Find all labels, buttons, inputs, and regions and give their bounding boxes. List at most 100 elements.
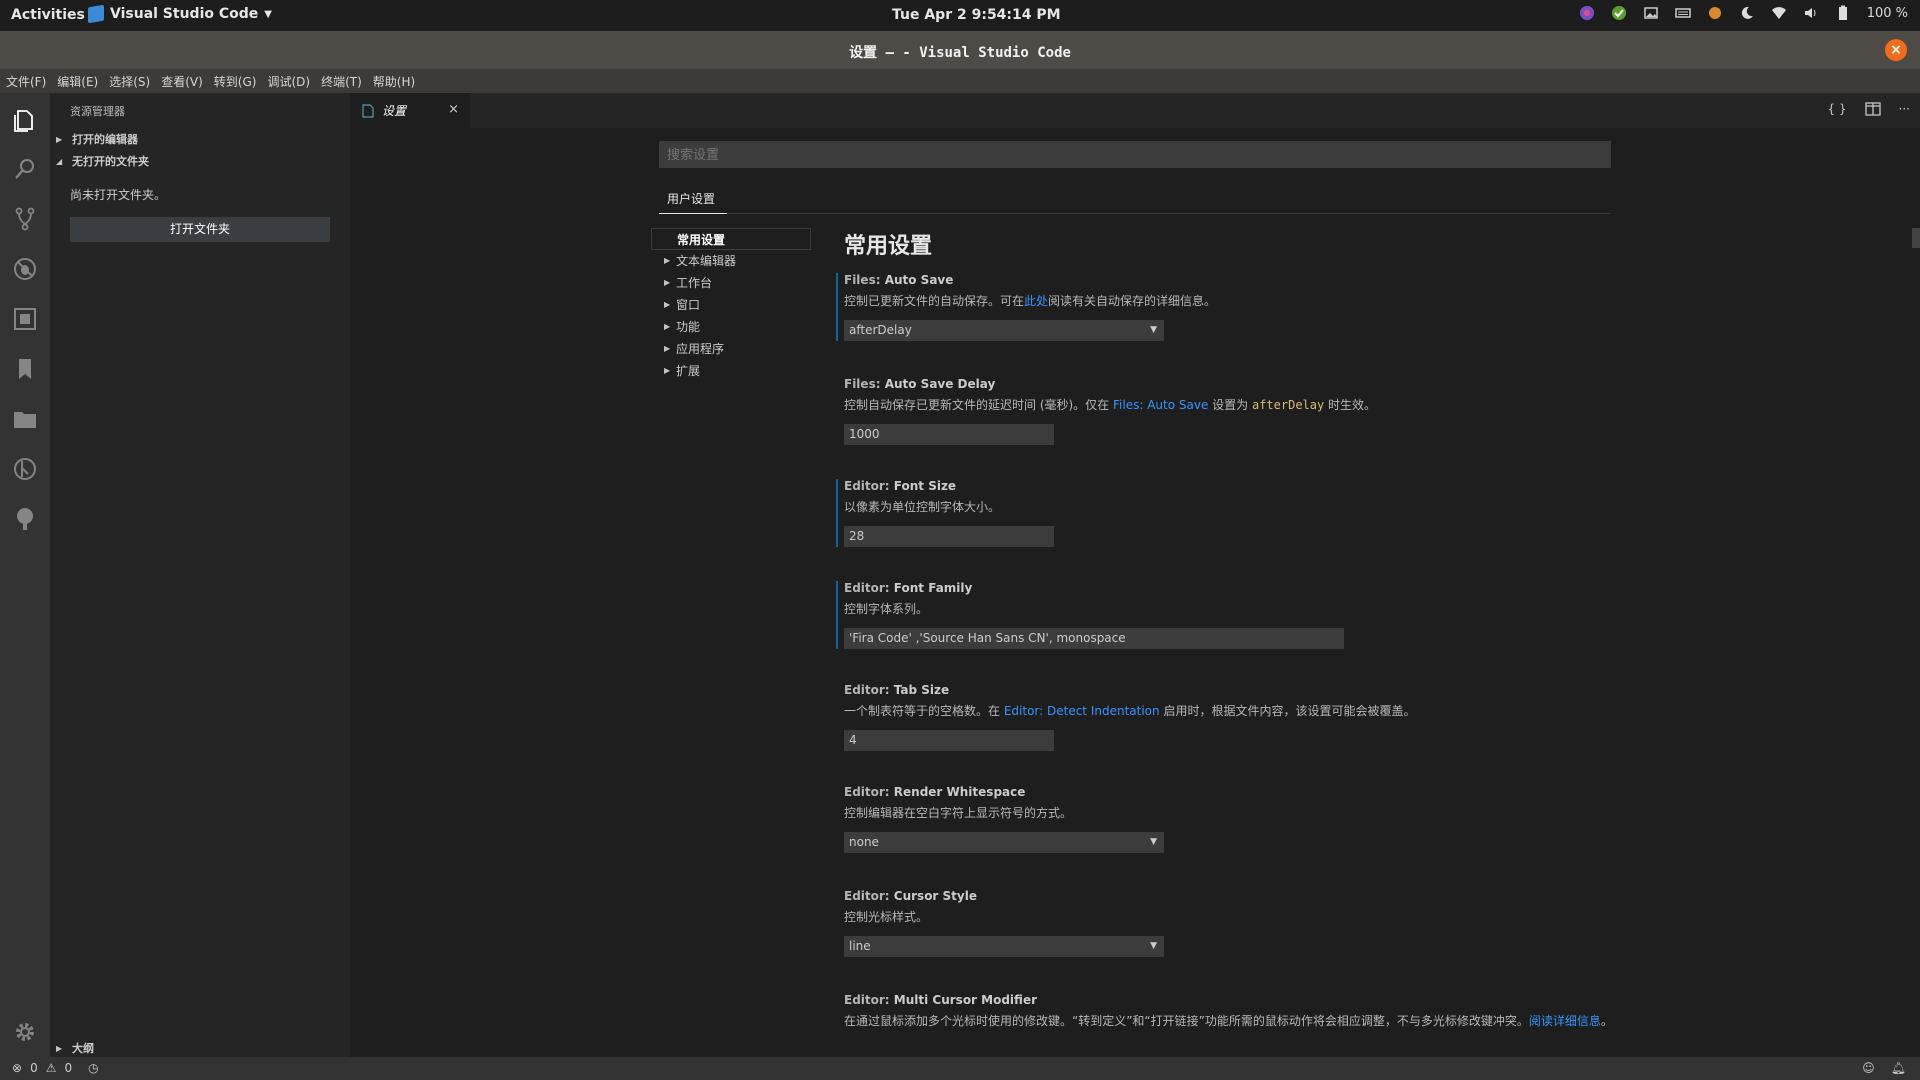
keyboard-icon[interactable] — [1674, 5, 1691, 21]
weather-icon[interactable] — [1707, 5, 1723, 21]
bookmark-icon[interactable] — [12, 356, 38, 382]
modified-indicator — [836, 479, 838, 547]
setting-name: Cursor Style — [893, 889, 977, 903]
menu-terminal[interactable]: 终端(T) — [321, 73, 362, 90]
menu-go[interactable]: 转到(G) — [214, 73, 257, 90]
dropdown-arrow-icon: ▼ — [1150, 325, 1157, 335]
settings-editor: 用户设置 常用设置 ▶文本编辑器 ▶工作台 ▶窗口 ▶功能 ▶应用程序 ▶扩展 … — [350, 128, 1920, 1057]
setting-name: Font Size — [893, 479, 957, 493]
warning-count: 0 — [64, 1061, 73, 1075]
scrollbar-thumb[interactable] — [1912, 228, 1920, 248]
bell-icon[interactable]: 🔔︎ — [1891, 1061, 1906, 1075]
history-icon[interactable]: ◷ — [88, 1061, 98, 1075]
menu-debug[interactable]: 调试(D) — [267, 73, 310, 90]
window-title-bar: 设置 — - Visual Studio Code × — [0, 31, 1920, 69]
close-window-button[interactable]: × — [1885, 39, 1907, 61]
open-settings-json-icon[interactable]: { } — [1827, 102, 1846, 116]
problems-indicator[interactable]: ⊗ 0 ⚠ 0 ◷ — [12, 1061, 99, 1075]
debug-icon[interactable] — [12, 256, 38, 282]
source-control-icon[interactable] — [12, 206, 38, 232]
toc-label: 扩展 — [676, 364, 701, 378]
chevron-right-icon: ▶ — [664, 366, 671, 375]
dropdown-arrow-icon: ▼ — [1150, 837, 1157, 847]
section-title: 常用设置 — [844, 234, 933, 259]
select-value: line — [849, 939, 871, 953]
image-icon[interactable] — [1643, 5, 1659, 21]
more-actions-icon[interactable]: ··· — [1899, 102, 1910, 116]
feedback-icon[interactable]: ☺ — [1862, 1061, 1875, 1075]
extensions-icon[interactable] — [12, 306, 38, 332]
auto-save-select[interactable]: afterDelay ▼ — [844, 320, 1164, 341]
chevron-right-icon: ▶ — [664, 300, 671, 309]
search-settings-input[interactable] — [659, 141, 1611, 168]
setting-description: 一个制表符等于的空格数。在 Editor: Detect Indentation… — [844, 702, 1624, 719]
file-icon — [362, 103, 374, 118]
desc-link[interactable]: Editor: Detect Indentation — [1004, 704, 1160, 718]
setting-cursor-style: Editor: Cursor Style 控制光标样式。 line ▼ — [844, 889, 1624, 957]
setting-description: 控制自动保存已更新文件的延迟时间 (毫秒)。仅在 Files: Auto Sav… — [844, 396, 1624, 413]
app-indicator-icon[interactable] — [1579, 5, 1595, 21]
toc-item-common[interactable]: 常用设置 — [651, 228, 811, 250]
explorer-icon[interactable] — [12, 107, 38, 133]
desc-link[interactable]: Files: Auto Save — [1113, 398, 1208, 412]
setting-label: Files: Auto Save — [844, 273, 1624, 287]
menu-help[interactable]: 帮助(H) — [373, 73, 415, 90]
app-menu[interactable]: Visual Studio Code ▼ — [88, 4, 272, 24]
setting-description: 控制已更新文件的自动保存。可在此处阅读有关自动保存的详细信息。 — [844, 292, 1624, 309]
menu-edit[interactable]: 编辑(E) — [57, 73, 98, 90]
desc-link[interactable]: 此处 — [1024, 294, 1048, 308]
setting-font-family: Editor: Font Family 控制字体系列。 'Fira Code' … — [836, 581, 1624, 649]
setting-description: 控制光标样式。 — [844, 910, 929, 924]
menu-selection[interactable]: 选择(S) — [109, 73, 150, 90]
close-tab-icon[interactable]: × — [448, 102, 459, 117]
gear-icon[interactable] — [12, 1019, 38, 1045]
font-size-input[interactable]: 28 — [844, 526, 1054, 547]
volume-icon[interactable] — [1803, 5, 1819, 21]
activities-button[interactable]: Activities — [11, 7, 85, 23]
no-folder-section[interactable]: ◢ 无打开的文件夹 — [56, 153, 149, 169]
no-folder-section-label: 无打开的文件夹 — [72, 155, 149, 168]
toc-item-application[interactable]: ▶ 应用程序 — [651, 338, 811, 360]
battery-icon[interactable] — [1835, 5, 1851, 21]
toc-item-window[interactable]: ▶ 窗口 — [651, 294, 811, 316]
chevron-right-icon: ▶ — [56, 1043, 63, 1053]
cursor-style-select[interactable]: line ▼ — [844, 936, 1164, 957]
tree-icon[interactable] — [12, 506, 38, 532]
menu-bar: 文件(F) 编辑(E) 选择(S) 查看(V) 转到(G) 调试(D) 终端(T… — [0, 69, 1920, 93]
toc-item-text-editor[interactable]: ▶ 文本编辑器 — [651, 250, 811, 272]
desc-link[interactable]: 阅读详细信息 — [1529, 1014, 1601, 1028]
git-history-icon[interactable] — [12, 456, 38, 482]
clock[interactable]: Tue Apr 2 9:54:14 PM — [892, 7, 1061, 23]
wifi-icon[interactable] — [1771, 5, 1787, 21]
desc-text: 。 — [1600, 1014, 1613, 1028]
auto-save-delay-input[interactable]: 1000 — [844, 424, 1054, 445]
search-icon[interactable] — [12, 156, 38, 182]
setting-category: Editor: — [844, 785, 894, 799]
folder-icon[interactable] — [12, 406, 38, 432]
setting-font-size: Editor: Font Size 以像素为单位控制字体大小。 28 — [836, 479, 1624, 547]
tab-size-input[interactable]: 4 — [844, 730, 1054, 751]
render-whitespace-select[interactable]: none ▼ — [844, 832, 1164, 853]
night-light-icon[interactable] — [1739, 5, 1755, 21]
desc-text: 时生效。 — [1324, 398, 1377, 412]
font-family-input[interactable]: 'Fira Code' ,'Source Han Sans CN', monos… — [844, 628, 1344, 649]
error-icon: ⊗ — [12, 1061, 23, 1075]
sync-icon[interactable] — [1611, 5, 1627, 21]
split-editor-icon[interactable] — [1864, 102, 1881, 116]
tab-settings[interactable]: 设置 × — [350, 93, 470, 128]
user-settings-tab[interactable]: 用户设置 — [667, 190, 715, 207]
desc-text: 设置为 — [1208, 398, 1252, 412]
outline-section[interactable]: ▶ 大纲 — [56, 1040, 94, 1056]
menu-file[interactable]: 文件(F) — [6, 73, 46, 90]
open-editors-section[interactable]: ▶ 打开的编辑器 — [56, 131, 138, 147]
toc-item-features[interactable]: ▶ 功能 — [651, 316, 811, 338]
open-folder-button[interactable]: 打开文件夹 — [70, 217, 330, 242]
chevron-right-icon: ▶ — [664, 344, 671, 353]
desc-text: 一个制表符等于的空格数。在 — [844, 704, 1004, 718]
setting-auto-save: Files: Auto Save 控制已更新文件的自动保存。可在此处阅读有关自动… — [836, 273, 1624, 341]
activity-bar — [0, 93, 50, 1057]
menu-view[interactable]: 查看(V) — [161, 73, 203, 90]
toc-item-extensions[interactable]: ▶ 扩展 — [651, 360, 811, 382]
toc-label: 文本编辑器 — [676, 254, 737, 268]
toc-item-workbench[interactable]: ▶ 工作台 — [651, 272, 811, 294]
